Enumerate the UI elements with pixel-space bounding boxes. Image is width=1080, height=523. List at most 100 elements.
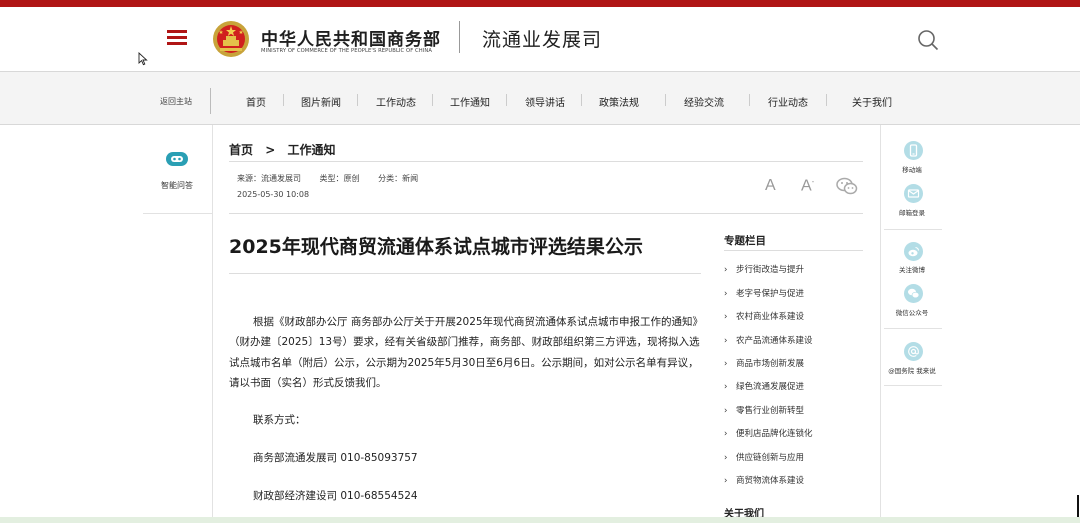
- nav-item-photo-news[interactable]: 图片新闻: [301, 94, 341, 109]
- wechat-account-label[interactable]: 微信公众号: [880, 307, 944, 317]
- nav-separator: [283, 94, 284, 106]
- wechat-account-icon[interactable]: [904, 284, 923, 303]
- topic-label[interactable]: 商贸物流体系建设: [736, 476, 804, 486]
- chevron-right-icon: ›: [724, 312, 728, 322]
- text-cursor-mark: [1077, 495, 1079, 517]
- chevron-right-icon: ›: [724, 289, 728, 299]
- wechat-share-icon[interactable]: [836, 177, 858, 195]
- topic-label[interactable]: 供应链创新与应用: [736, 453, 804, 463]
- topic-item[interactable]: › 零售行业创新转型: [724, 404, 804, 416]
- meta-divider: [229, 213, 863, 214]
- topic-label[interactable]: 老字号保护与促进: [736, 289, 804, 299]
- meta-category: 分类：新闻: [378, 174, 419, 183]
- topic-item[interactable]: › 供应链创新与应用: [724, 451, 804, 463]
- breadcrumb-divider: [229, 161, 863, 162]
- font-size-large-button[interactable]: A: [765, 177, 776, 195]
- article-meta: 来源：流通发展司 类型：原创 分类：新闻: [237, 173, 434, 184]
- topic-item[interactable]: › 商品市场创新发展: [724, 357, 804, 369]
- font-size-small-label: A: [801, 177, 812, 195]
- hamburger-menu-icon[interactable]: [167, 30, 187, 46]
- topic-label[interactable]: 步行街改造与提升: [736, 265, 804, 275]
- right-border: [880, 125, 881, 523]
- mail-icon[interactable]: [904, 184, 923, 203]
- nav-item-work-updates[interactable]: 工作动态: [376, 94, 416, 109]
- weibo-label[interactable]: 关注微博: [880, 264, 944, 274]
- title-divider: [229, 273, 701, 274]
- chevron-right-icon: ›: [724, 429, 728, 439]
- meta-type: 类型：原创: [319, 174, 360, 183]
- ministry-name-en: MINISTRY OF COMMERCE OF THE PEOPLE'S REP…: [261, 48, 433, 54]
- nav-item-experience[interactable]: 经验交流: [684, 94, 724, 109]
- smart-qa-label[interactable]: 智能问答: [161, 180, 193, 191]
- mobile-icon[interactable]: [904, 141, 923, 160]
- ministry-name-cn: 中华人民共和国商务部: [261, 30, 441, 50]
- left-sidebar: 智能问答: [143, 125, 213, 523]
- topic-item[interactable]: › 绿色流通发展促进: [724, 380, 804, 392]
- contact-line: 财政部经济建设司 010-68554524: [253, 490, 418, 502]
- meta-date: 2025-05-30 10:08: [237, 190, 310, 199]
- topic-item[interactable]: › 老字号保护与促进: [724, 287, 804, 299]
- top-accent-bar: [0, 0, 1080, 7]
- chevron-right-icon: ›: [724, 406, 728, 416]
- mobile-label[interactable]: 移动端: [880, 164, 944, 174]
- header-divider: [459, 21, 460, 53]
- right-divider: [884, 328, 942, 329]
- font-size-small-sup: -: [811, 177, 815, 186]
- topic-item[interactable]: › 步行街改造与提升: [724, 263, 804, 275]
- topic-label[interactable]: 便利店品牌化连锁化: [736, 429, 813, 439]
- right-divider: [884, 385, 942, 386]
- nav-separator: [581, 94, 582, 106]
- nav-divider: [210, 88, 211, 114]
- nav-item-about-us[interactable]: 关于我们: [852, 94, 892, 109]
- breadcrumb-home[interactable]: 首页: [229, 143, 253, 157]
- topic-label[interactable]: 绿色流通发展促进: [736, 382, 804, 392]
- site-header: 中华人民共和国商务部 MINISTRY OF COMMERCE OF THE P…: [0, 7, 1080, 71]
- nav-item-leader-speeches[interactable]: 领导讲话: [525, 94, 565, 109]
- article-paragraph: 根据《财政部办公厅 商务部办公厅关于开展2025年现代商贸流通体系试点城市申报工…: [229, 316, 700, 390]
- nav-item-work-notices[interactable]: 工作通知: [450, 94, 490, 109]
- article-title: 2025年现代商贸流通体系试点城市评选结果公示: [229, 236, 643, 258]
- department-name[interactable]: 流通业发展司: [482, 25, 602, 52]
- mail-login-label[interactable]: 邮箱登录: [880, 207, 944, 217]
- font-size-small-button[interactable]: A-: [801, 177, 814, 195]
- nav-separator: [749, 94, 750, 106]
- topic-item[interactable]: › 农产品流通体系建设: [724, 334, 813, 346]
- topic-label[interactable]: 农产品流通体系建设: [736, 336, 813, 346]
- nav-separator: [665, 94, 666, 106]
- nav-item-policies[interactable]: 政策法规: [599, 94, 639, 109]
- bottom-band: [0, 517, 1080, 523]
- chevron-right-icon: ›: [724, 453, 728, 463]
- topic-item[interactable]: › 农村商业体系建设: [724, 310, 804, 322]
- breadcrumb-current[interactable]: 工作通知: [287, 143, 335, 157]
- nav-separator: [826, 94, 827, 106]
- right-sidebar: 移动端 邮箱登录 关注微博 微信公众号 @国务院 我来说: [880, 125, 944, 523]
- chevron-right-icon: ›: [724, 382, 728, 392]
- nav-separator: [432, 94, 433, 106]
- chevron-right-icon: ›: [724, 476, 728, 486]
- mouse-cursor-icon: [138, 52, 148, 66]
- topic-label[interactable]: 零售行业创新转型: [736, 406, 804, 416]
- topics-divider: [724, 250, 863, 251]
- topic-label[interactable]: 农村商业体系建设: [736, 312, 804, 322]
- topics-title: 专题栏目: [724, 235, 766, 247]
- topic-item[interactable]: › 便利店品牌化连锁化: [724, 427, 813, 439]
- breadcrumb-separator: >: [265, 143, 276, 157]
- nav-item-home[interactable]: 首页: [246, 94, 266, 109]
- search-icon[interactable]: [917, 29, 939, 51]
- left-border: [212, 125, 213, 523]
- nav-separator: [506, 94, 507, 106]
- at-icon[interactable]: [904, 342, 923, 361]
- contact-line: 商务部流通发展司 010-85093757: [253, 452, 418, 464]
- chatbot-icon[interactable]: [165, 151, 189, 167]
- state-council-feedback-label[interactable]: @国务院 我来说: [880, 365, 944, 375]
- topic-label[interactable]: 商品市场创新发展: [736, 359, 804, 369]
- weibo-icon[interactable]: [904, 242, 923, 261]
- nav-item-industry-news[interactable]: 行业动态: [768, 94, 808, 109]
- breadcrumb: 首页 > 工作通知: [229, 141, 343, 158]
- chevron-right-icon: ›: [724, 359, 728, 369]
- back-to-main-site-link[interactable]: 返回主站: [160, 96, 192, 107]
- topic-item[interactable]: › 商贸物流体系建设: [724, 474, 804, 486]
- right-divider: [884, 229, 942, 230]
- meta-source: 来源：流通发展司: [237, 174, 301, 183]
- contact-heading: 联系方式：: [253, 414, 306, 426]
